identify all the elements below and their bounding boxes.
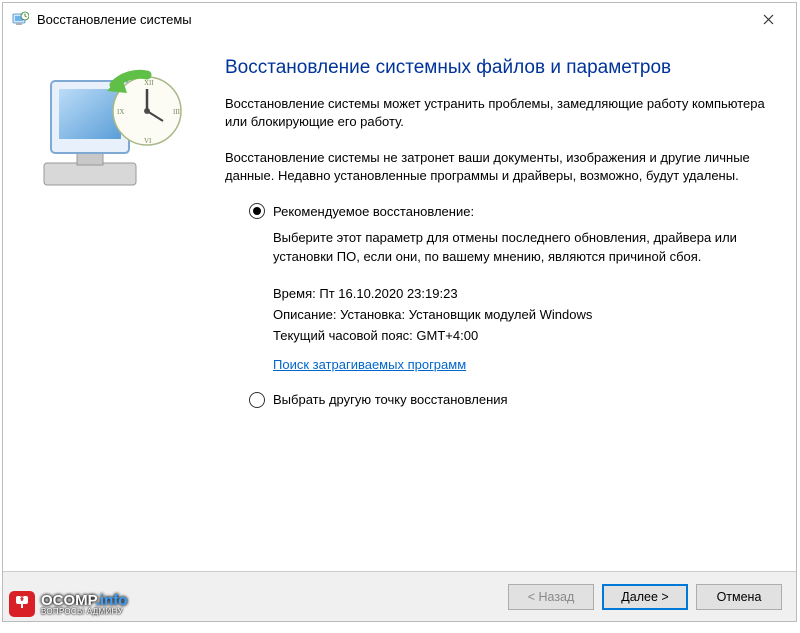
cancel-button[interactable]: Отмена	[696, 584, 782, 610]
watermark-text: OCOMP.info ВОПРОСЫ АДМИНУ	[41, 593, 127, 616]
system-restore-large-icon: XII III VI IX	[29, 63, 199, 213]
content-area: XII III VI IX Восстановление системных ф…	[3, 35, 796, 571]
watermark-badge-icon	[9, 591, 35, 617]
radio-icon	[249, 392, 265, 408]
radio-recommended-label: Рекомендуемое восстановление:	[273, 204, 474, 219]
radio-other[interactable]: Выбрать другую точку восстановления	[249, 392, 776, 408]
back-button: < Назад	[508, 584, 594, 610]
restore-point-details: Время: Пт 16.10.2020 23:19:23 Описание: …	[273, 286, 776, 343]
svg-text:XII: XII	[144, 79, 154, 87]
svg-text:IX: IX	[117, 108, 124, 116]
system-restore-icon	[11, 10, 29, 28]
watermark: OCOMP.info ВОПРОСЫ АДМИНУ	[9, 591, 127, 617]
svg-text:VI: VI	[144, 137, 152, 145]
intro-paragraph-1: Восстановление системы может устранить п…	[225, 95, 776, 131]
close-button[interactable]	[748, 5, 788, 33]
radio-recommended[interactable]: Рекомендуемое восстановление:	[249, 203, 776, 219]
system-restore-window: Восстановление системы	[2, 2, 797, 622]
radio-icon	[249, 203, 265, 219]
detail-timezone: Текущий часовой пояс: GMT+4:00	[273, 328, 776, 343]
window-title: Восстановление системы	[37, 12, 748, 27]
detail-time: Время: Пт 16.10.2020 23:19:23	[273, 286, 776, 301]
options-group: Рекомендуемое восстановление: Выберите э…	[225, 203, 776, 407]
next-button[interactable]: Далее >	[602, 584, 688, 610]
recommended-description: Выберите этот параметр для отмены послед…	[273, 229, 776, 265]
footer-bar: OCOMP.info ВОПРОСЫ АДМИНУ < Назад Далее …	[3, 571, 796, 621]
radio-other-label: Выбрать другую точку восстановления	[273, 392, 508, 407]
titlebar: Восстановление системы	[3, 3, 796, 35]
detail-description: Описание: Установка: Установщик модулей …	[273, 307, 776, 322]
page-heading: Восстановление системных файлов и параме…	[225, 55, 776, 81]
right-panel: Восстановление системных файлов и параме…	[219, 43, 776, 571]
affected-programs-link[interactable]: Поиск затрагиваемых программ	[273, 357, 466, 372]
left-panel: XII III VI IX	[19, 43, 219, 571]
intro-paragraph-2: Восстановление системы не затронет ваши …	[225, 149, 776, 185]
svg-text:III: III	[173, 108, 181, 116]
